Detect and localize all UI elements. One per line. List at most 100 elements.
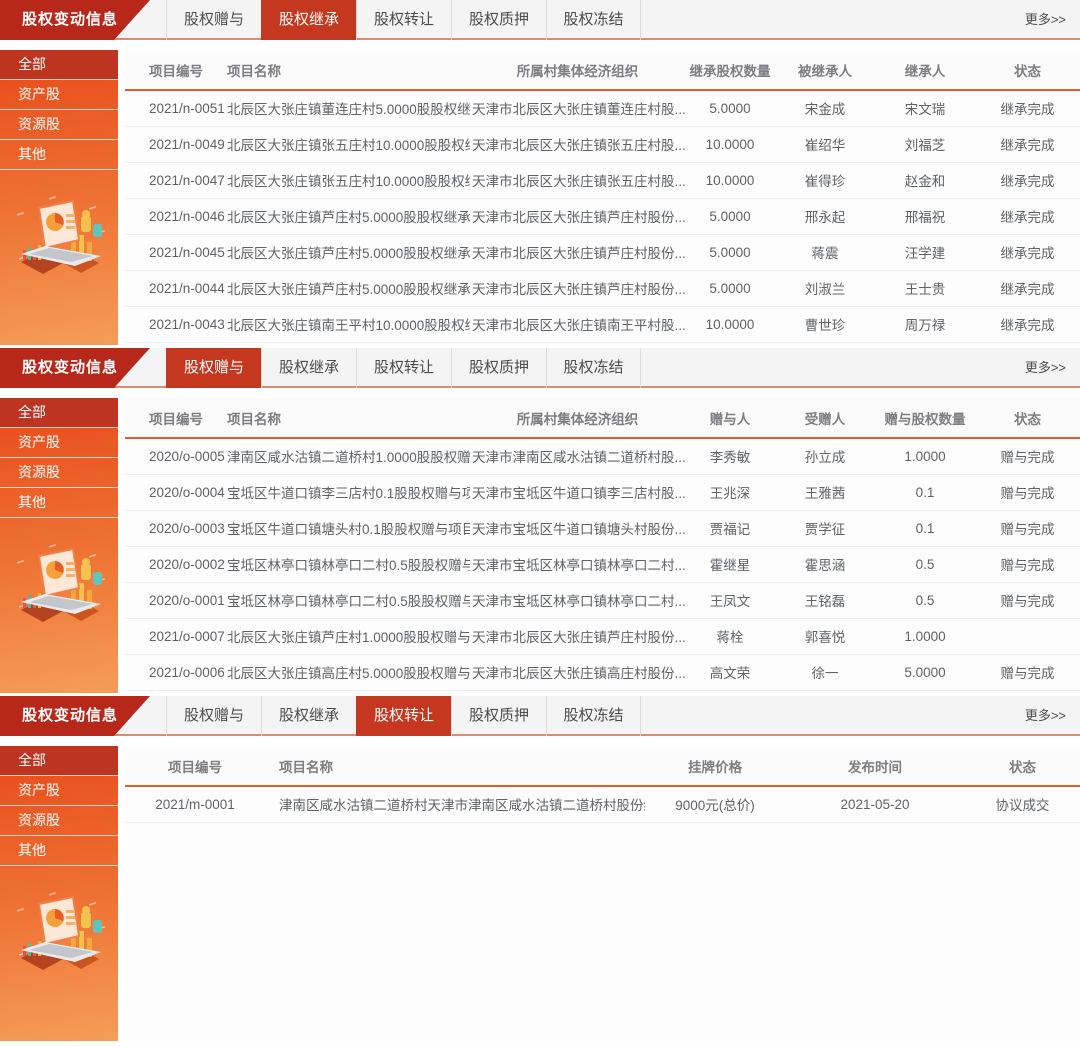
table-cell: 10.0000 bbox=[685, 126, 775, 162]
laptop-analytics-illustration bbox=[9, 888, 109, 980]
table-row[interactable]: 2020/o-0003宝坻区牛道口镇塘头村0.1股股权赠与项目天津市宝坻区牛道口… bbox=[125, 510, 1080, 546]
table-row[interactable]: 2021/o-0006北辰区大张庄镇高庄村5.0000股股权赠与...天津市北辰… bbox=[125, 654, 1080, 690]
column-header: 状态 bbox=[975, 398, 1080, 438]
equity-gift-tab[interactable]: 股权赠与 bbox=[166, 0, 261, 40]
panel-title-ribbon: 股权变动信息 bbox=[0, 696, 150, 736]
table-cell: 2020/o-0002 bbox=[125, 546, 225, 582]
column-header: 受赠人 bbox=[775, 398, 875, 438]
table-cell: 崔得珍 bbox=[775, 162, 875, 198]
table-row[interactable]: 2021/n-0043北辰区大张庄镇南王平村10.0000股股权继...天津市北… bbox=[125, 306, 1080, 342]
table-row[interactable]: 2021/n-0047北辰区大张庄镇张五庄村10.0000股股权继...天津市北… bbox=[125, 162, 1080, 198]
equity-pledge-tab[interactable]: 股权质押 bbox=[451, 348, 546, 388]
equity-pledge-tab[interactable]: 股权质押 bbox=[451, 696, 546, 736]
equity-freeze-tab[interactable]: 股权冻结 bbox=[546, 348, 641, 388]
table-cell: 天津市宝坻区牛道口镇李三店村股... bbox=[470, 474, 685, 510]
table-cell: 北辰区大张庄镇芦庄村5.0000股股权继承... bbox=[225, 234, 470, 270]
table-cell: 宝坻区林亭口镇林亭口二村0.5股股权赠与... bbox=[225, 582, 470, 618]
tab-bar: 股权赠与股权继承股权转让股权质押股权冻结 bbox=[166, 0, 1080, 40]
equity-transfer-tab[interactable]: 股权转让 bbox=[356, 0, 451, 40]
tab-bar: 股权赠与股权继承股权转让股权质押股权冻结 bbox=[166, 696, 1080, 736]
panel-topbar: 股权变动信息 股权赠与股权继承股权转让股权质押股权冻结 更多>> bbox=[0, 348, 1080, 388]
sidebar-item-all[interactable]: 全部 bbox=[0, 746, 118, 776]
table-row[interactable]: 2021/n-0051北辰区大张庄镇董连庄村5.0000股股权继...天津市北辰… bbox=[125, 90, 1080, 126]
equity-gift-tab[interactable]: 股权赠与 bbox=[166, 696, 261, 736]
sidebar-item-asset-shares[interactable]: 资产股 bbox=[0, 776, 118, 806]
table-cell: 宝坻区牛道口镇李三店村0.1股股权赠与项目 bbox=[225, 474, 470, 510]
sidebar-item-other[interactable]: 其他 bbox=[0, 836, 118, 866]
column-header: 挂牌价格 bbox=[645, 746, 785, 786]
column-header: 项目名称 bbox=[225, 50, 470, 90]
table-cell: 10.0000 bbox=[685, 162, 775, 198]
table-row[interactable]: 2020/o-0004宝坻区牛道口镇李三店村0.1股股权赠与项目天津市宝坻区牛道… bbox=[125, 474, 1080, 510]
gift-table: 项目编号项目名称所属村集体经济组织赠与人受赠人赠与股权数量状态 2020/o-0… bbox=[125, 398, 1080, 691]
column-header: 项目编号 bbox=[125, 50, 225, 90]
table-row[interactable]: 2020/o-0002宝坻区林亭口镇林亭口二村0.5股股权赠与...天津市宝坻区… bbox=[125, 546, 1080, 582]
sidebar-item-asset-shares[interactable]: 资产股 bbox=[0, 80, 118, 110]
more-link[interactable]: 更多>> bbox=[1025, 696, 1066, 736]
table-row[interactable]: 2021/o-0007北辰区大张庄镇芦庄村1.0000股股权赠与...天津市北辰… bbox=[125, 618, 1080, 654]
table-cell: 北辰区大张庄镇张五庄村10.0000股股权继... bbox=[225, 126, 470, 162]
equity-freeze-tab[interactable]: 股权冻结 bbox=[546, 696, 641, 736]
table-cell: 赠与完成 bbox=[975, 510, 1080, 546]
table-cell: 2020/o-0001 bbox=[125, 582, 225, 618]
more-link[interactable]: 更多>> bbox=[1025, 0, 1066, 40]
table-cell: 北辰区大张庄镇张五庄村10.0000股股权继... bbox=[225, 162, 470, 198]
table-row[interactable]: 2020/o-0001宝坻区林亭口镇林亭口二村0.5股股权赠与...天津市宝坻区… bbox=[125, 582, 1080, 618]
table-cell: 赵金和 bbox=[875, 162, 975, 198]
table-cell: 继承完成 bbox=[975, 126, 1080, 162]
table-cell: 宝坻区牛道口镇塘头村0.1股股权赠与项目 bbox=[225, 510, 470, 546]
table-cell: 王士贵 bbox=[875, 270, 975, 306]
table-cell: 天津市北辰区大张庄镇芦庄村股份... bbox=[470, 618, 685, 654]
equity-freeze-tab[interactable]: 股权冻结 bbox=[546, 0, 641, 40]
table-cell: 继承完成 bbox=[975, 234, 1080, 270]
table-row[interactable]: 2021/n-0049北辰区大张庄镇张五庄村10.0000股股权继...天津市北… bbox=[125, 126, 1080, 162]
table-row[interactable]: 2021/m-0001津南区咸水沽镇二道桥村天津市津南区咸水沽镇二道桥村股份经.… bbox=[125, 786, 1080, 822]
sidebar-item-other[interactable]: 其他 bbox=[0, 140, 118, 170]
table-cell: 霍思涵 bbox=[775, 546, 875, 582]
column-header: 所属村集体经济组织 bbox=[470, 398, 685, 438]
sidebar-item-all[interactable]: 全部 bbox=[0, 398, 118, 428]
table-cell: 0.5 bbox=[875, 582, 975, 618]
table-cell: 贾学征 bbox=[775, 510, 875, 546]
sidebar-item-resource-shares[interactable]: 资源股 bbox=[0, 458, 118, 488]
equity-inheritance-tab[interactable]: 股权继承 bbox=[261, 0, 356, 40]
sidebar-item-all[interactable]: 全部 bbox=[0, 50, 118, 80]
table-container: 项目编号项目名称所属村集体经济组织继承股权数量被继承人继承人状态 2021/n-… bbox=[125, 50, 1080, 345]
table-cell: 天津市宝坻区林亭口镇林亭口二村... bbox=[470, 546, 685, 582]
table-cell: 继承完成 bbox=[975, 198, 1080, 234]
more-link[interactable]: 更多>> bbox=[1025, 348, 1066, 388]
laptop-analytics-illustration bbox=[9, 192, 109, 284]
sidebar-item-resource-shares[interactable]: 资源股 bbox=[0, 110, 118, 140]
table-cell: 王雅茜 bbox=[775, 474, 875, 510]
table-row[interactable]: 2020/o-0005津南区咸水沽镇二道桥村1.0000股股权赠...天津市津南… bbox=[125, 438, 1080, 474]
panel-content: 全部资产股资源股其他 项目编号项目名称所属村集体经济组织赠与人受赠人赠与股权数量… bbox=[0, 398, 1080, 693]
category-sidebar: 全部资产股资源股其他 bbox=[0, 50, 118, 345]
table-cell: 9000元(总价) bbox=[645, 786, 785, 822]
table-cell: 崔绍华 bbox=[775, 126, 875, 162]
sidebar-item-other[interactable]: 其他 bbox=[0, 488, 118, 518]
category-sidebar: 全部资产股资源股其他 bbox=[0, 398, 118, 693]
equity-inheritance-tab[interactable]: 股权继承 bbox=[261, 696, 356, 736]
column-header: 状态 bbox=[975, 50, 1080, 90]
table-cell: 继承完成 bbox=[975, 162, 1080, 198]
table-row[interactable]: 2021/n-0045北辰区大张庄镇芦庄村5.0000股股权继承...天津市北辰… bbox=[125, 234, 1080, 270]
table-cell: 孙立成 bbox=[775, 438, 875, 474]
equity-pledge-tab[interactable]: 股权质押 bbox=[451, 0, 546, 40]
equity-transfer-tab[interactable]: 股权转让 bbox=[356, 348, 451, 388]
column-header: 赠与人 bbox=[685, 398, 775, 438]
column-header: 项目编号 bbox=[125, 398, 225, 438]
table-cell: 2021/n-0043 bbox=[125, 306, 225, 342]
table-row[interactable]: 2021/n-0046北辰区大张庄镇芦庄村5.0000股股权继承...天津市北辰… bbox=[125, 198, 1080, 234]
table-cell: 2021-05-20 bbox=[785, 786, 965, 822]
equity-change-panel-inheritance: 股权变动信息 股权赠与股权继承股权转让股权质押股权冻结 更多>> 全部资产股资源… bbox=[0, 0, 1080, 345]
equity-inheritance-tab[interactable]: 股权继承 bbox=[261, 348, 356, 388]
table-header-row: 项目编号项目名称挂牌价格发布时间状态 bbox=[125, 746, 1080, 786]
equity-transfer-tab[interactable]: 股权转让 bbox=[356, 696, 451, 736]
table-row[interactable]: 2021/n-0044北辰区大张庄镇芦庄村5.0000股股权继承...天津市北辰… bbox=[125, 270, 1080, 306]
table-cell: 5.0000 bbox=[685, 234, 775, 270]
table-cell: 邢福祝 bbox=[875, 198, 975, 234]
sidebar-item-asset-shares[interactable]: 资产股 bbox=[0, 428, 118, 458]
table-cell: 5.0000 bbox=[685, 198, 775, 234]
sidebar-item-resource-shares[interactable]: 资源股 bbox=[0, 806, 118, 836]
equity-gift-tab[interactable]: 股权赠与 bbox=[166, 348, 261, 388]
